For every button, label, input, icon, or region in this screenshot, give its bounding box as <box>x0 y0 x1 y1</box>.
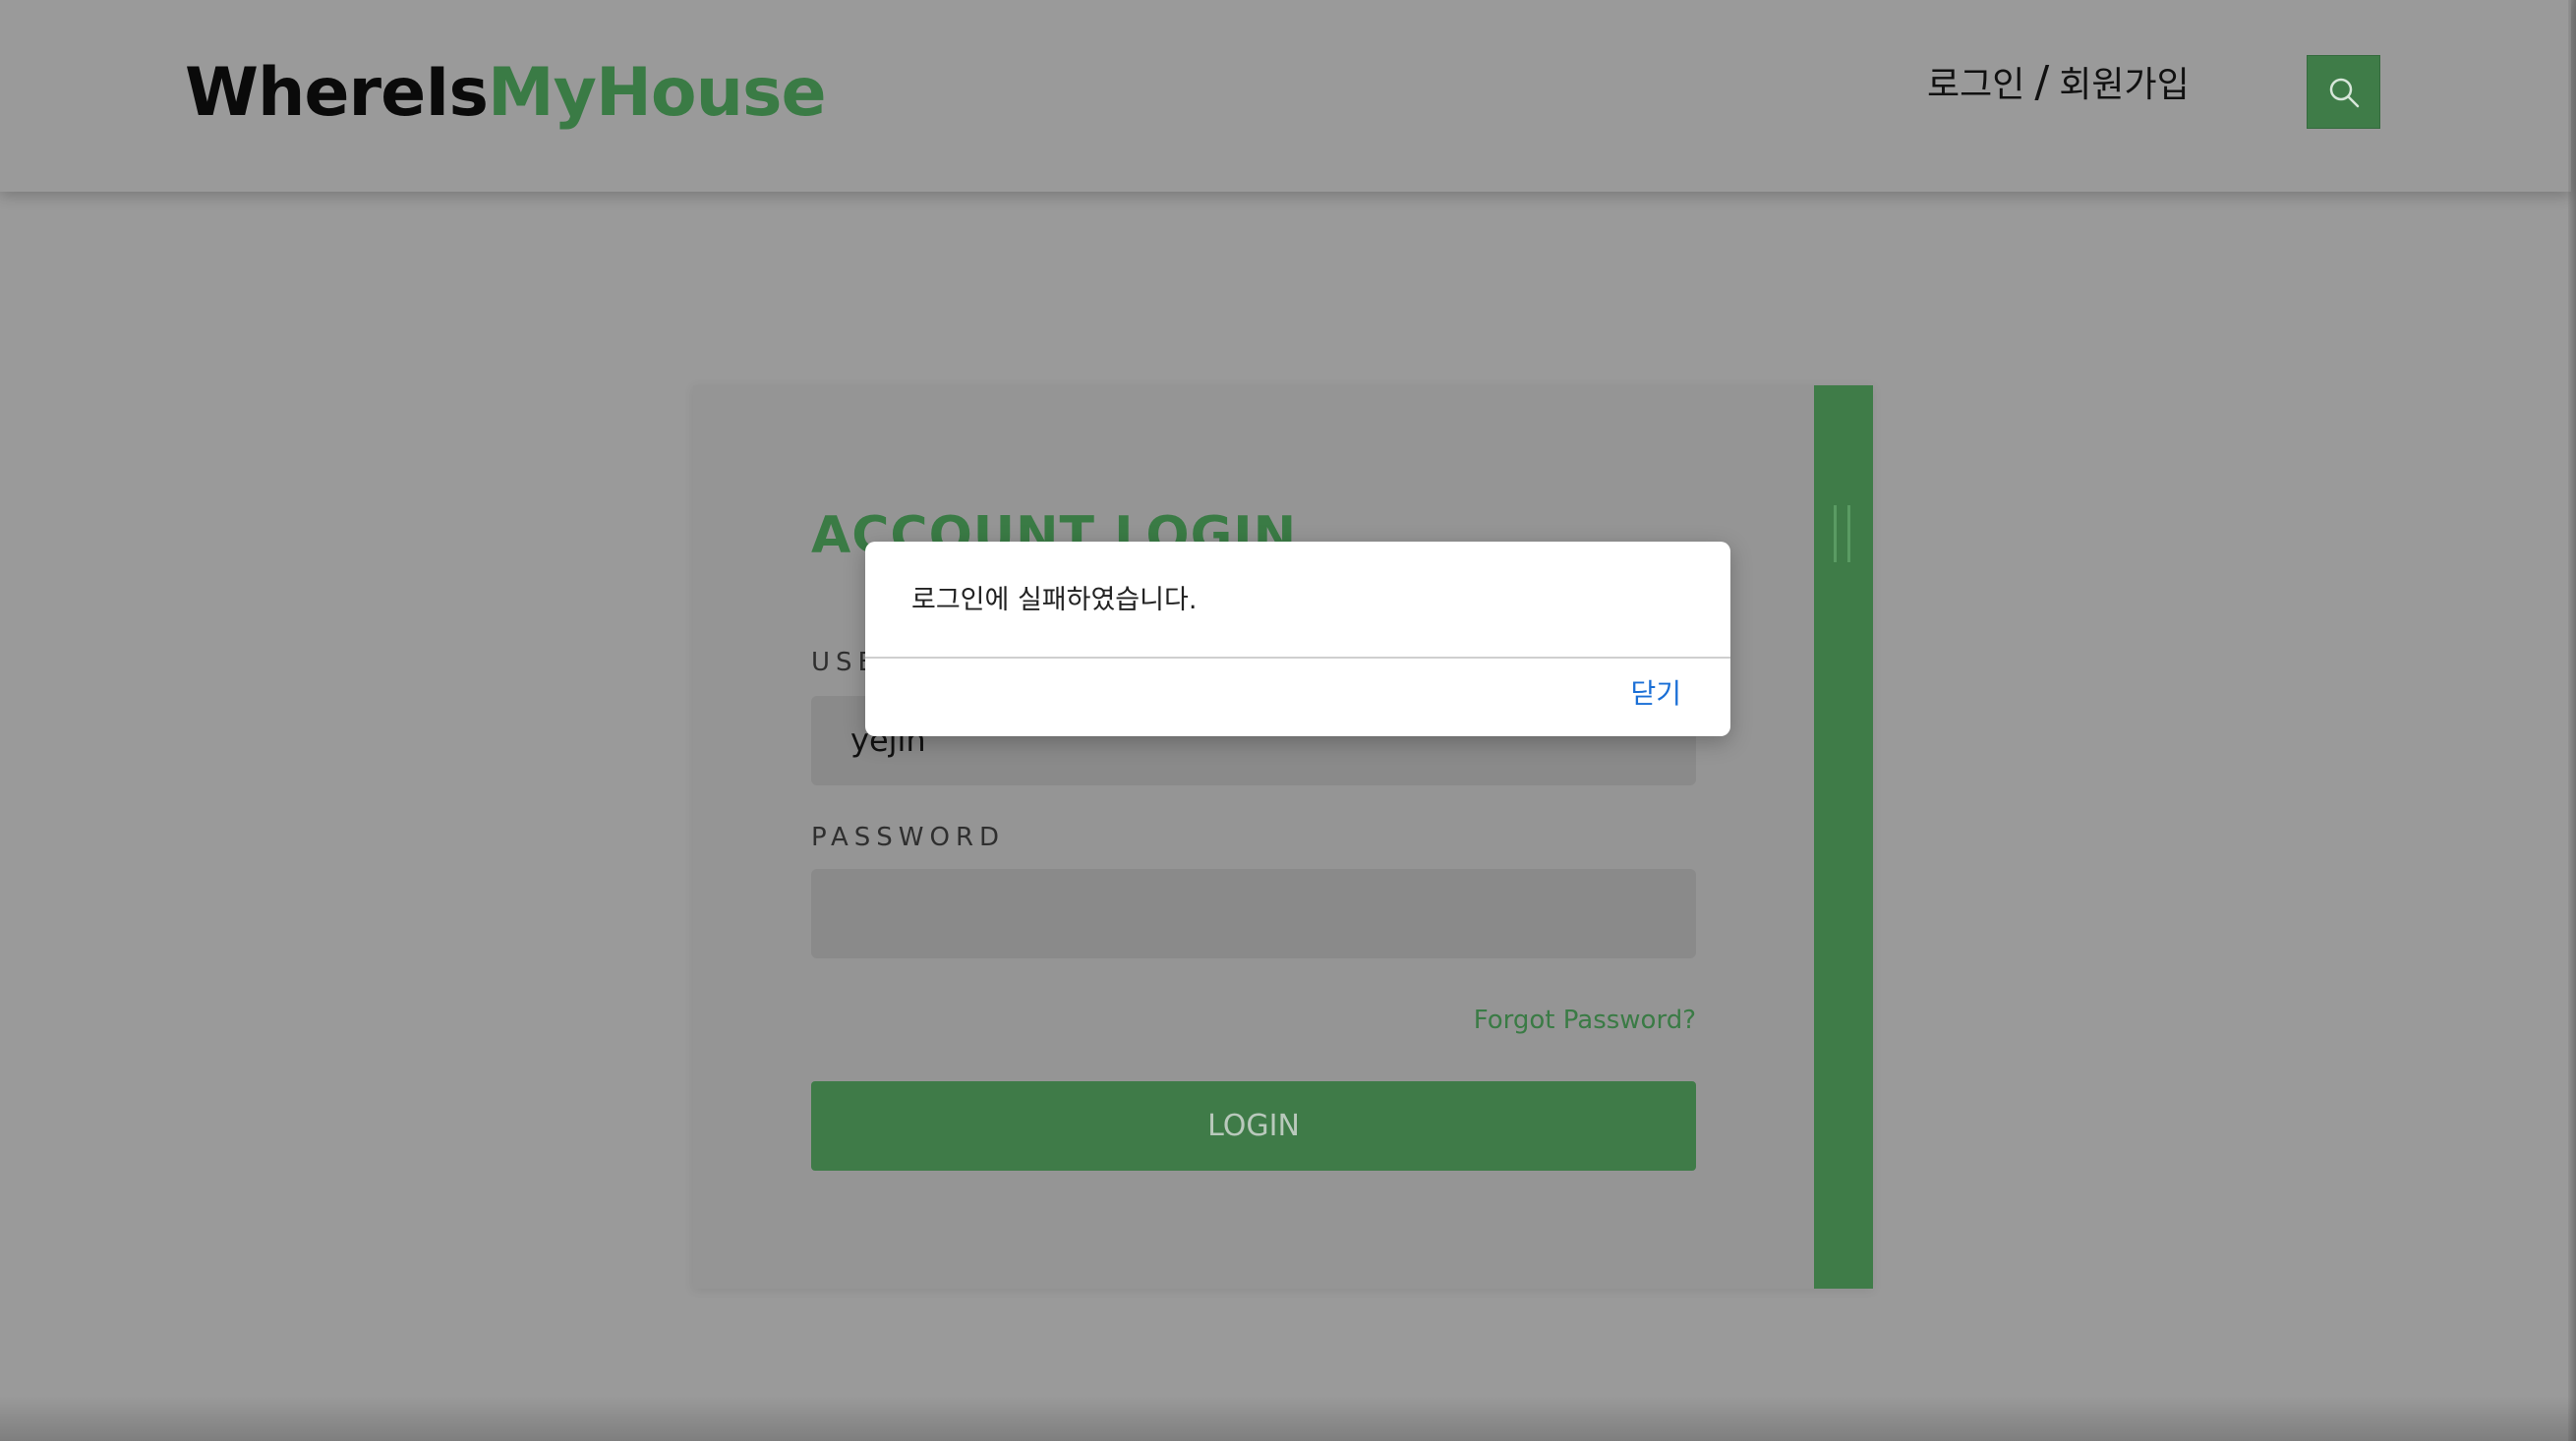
bottom-shadow <box>0 1396 2576 1441</box>
brand-logo-part1: WhereIs <box>185 54 489 132</box>
brand-logo[interactable]: WhereIsMyHouse <box>185 49 827 138</box>
alert-dialog: 로그인에 실패하였습니다. 닫기 <box>865 542 1730 736</box>
search-button[interactable] <box>2307 55 2380 129</box>
brand-logo-part2: MyHouse <box>487 54 827 132</box>
strip-handle-icon <box>1834 505 1855 562</box>
auth-separator: / <box>2034 57 2050 107</box>
password-field[interactable] <box>811 869 1696 958</box>
login-link[interactable]: 로그인 <box>1927 65 2024 105</box>
forgot-password-link[interactable]: Forgot Password? <box>1445 1001 1696 1040</box>
signup-link[interactable]: 회원가입 <box>2059 65 2189 105</box>
dialog-message: 로그인에 실패하였습니다. <box>911 585 1198 615</box>
auth-nav: 로그인 / 회원가입 <box>1927 55 2190 113</box>
right-edge-shadow <box>2568 0 2576 1441</box>
dialog-divider <box>865 657 1730 659</box>
site-header: WhereIsMyHouse 로그인 / 회원가입 <box>0 0 2571 192</box>
search-icon <box>2329 78 2360 108</box>
password-label: PASSWORD <box>811 823 1006 852</box>
page: WhereIsMyHouse 로그인/회원가입 ACCOUNT LOGIN US… <box>0 0 2576 1441</box>
dialog-close-button[interactable]: 닫기 <box>1630 673 1681 715</box>
login-button[interactable]: LOGIN <box>811 1081 1696 1171</box>
